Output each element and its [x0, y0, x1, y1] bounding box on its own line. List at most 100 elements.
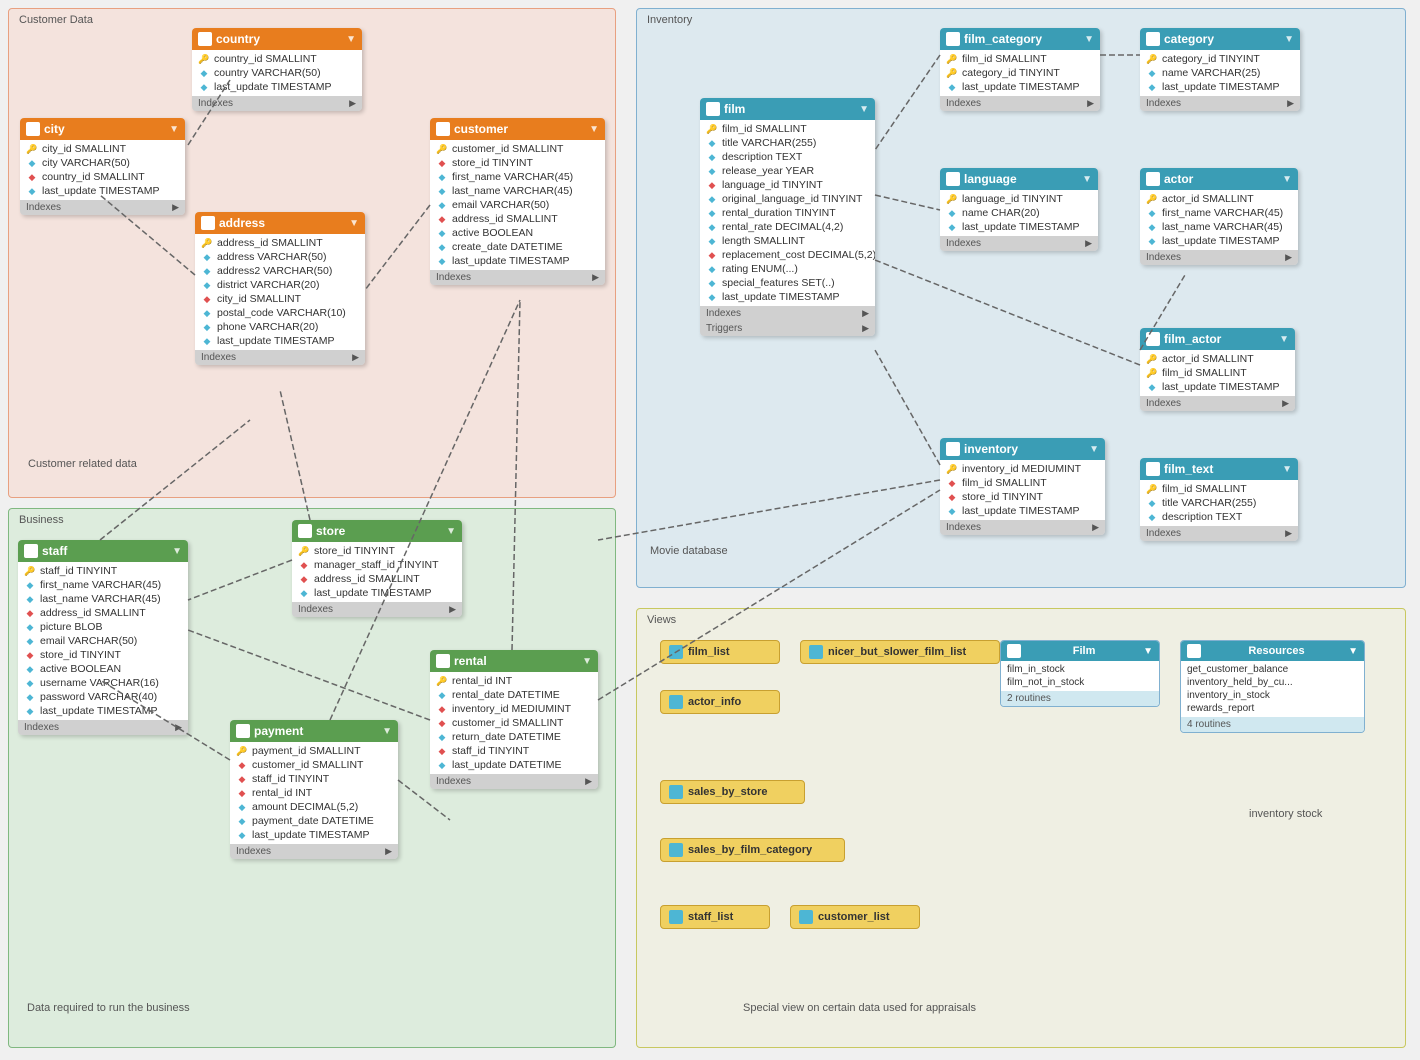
- entity-address[interactable]: address ▼ 🔑 address_id SMALLINT ◆ addres…: [195, 212, 365, 365]
- field-row: ◆ title VARCHAR(255): [700, 136, 875, 150]
- actor-body: 🔑 actor_id SMALLINT ◆ first_name VARCHAR…: [1140, 190, 1298, 250]
- entity-country[interactable]: country ▼ 🔑 country_id SMALLINT ◆ countr…: [192, 28, 362, 111]
- field-row: 🔑 actor_id SMALLINT: [1140, 352, 1295, 366]
- film-category-arrow[interactable]: ▼: [1084, 34, 1094, 45]
- entity-store[interactable]: store ▼ 🔑 store_id TINYINT ◆ manager_sta…: [292, 520, 462, 617]
- address-indexes[interactable]: Indexes ▶: [195, 350, 365, 365]
- view-sales-by-film-category[interactable]: sales_by_film_category: [660, 838, 845, 862]
- inventory-indexes[interactable]: Indexes ▶: [940, 520, 1105, 535]
- film-triggers[interactable]: Triggers ▶: [700, 321, 875, 336]
- language-body: 🔑 language_id TINYINT ◆ name CHAR(20) ◆ …: [940, 190, 1098, 236]
- entity-film-actor[interactable]: film_actor ▼ 🔑 actor_id SMALLINT 🔑 film_…: [1140, 328, 1295, 411]
- film-text-indexes[interactable]: Indexes ▶: [1140, 526, 1298, 541]
- routine-resources-arrow[interactable]: ▼: [1348, 646, 1358, 657]
- city-indexes[interactable]: Indexes ▶: [20, 200, 185, 215]
- field-row: ◆ last_update TIMESTAMP: [1140, 234, 1298, 248]
- red-diamond-icon: ◆: [298, 573, 310, 585]
- field-row: ◆ rental_rate DECIMAL(4,2): [700, 220, 875, 234]
- routine-resources-box[interactable]: Resources ▼ get_customer_balance invento…: [1180, 640, 1365, 733]
- field-row: ◆ release_year YEAR: [700, 164, 875, 178]
- entity-payment[interactable]: payment ▼ 🔑 payment_id SMALLINT ◆ custom…: [230, 720, 398, 859]
- field-row: 🔑 category_id TINYINT: [1140, 52, 1300, 66]
- film-actor-arrow[interactable]: ▼: [1279, 334, 1289, 345]
- customer-arrow[interactable]: ▼: [589, 124, 599, 135]
- diamond-icon: ◆: [26, 185, 38, 197]
- diamond-icon: ◆: [1146, 207, 1158, 219]
- city-arrow[interactable]: ▼: [169, 124, 179, 135]
- movie-database-label: Movie database: [650, 545, 728, 557]
- entity-film-text[interactable]: film_text ▼ 🔑 film_id SMALLINT ◆ title V…: [1140, 458, 1298, 541]
- store-arrow[interactable]: ▼: [446, 526, 456, 537]
- film-indexes[interactable]: Indexes ▶: [700, 306, 875, 321]
- routine-film-arrow[interactable]: ▼: [1143, 646, 1153, 657]
- field-row: ◆ store_id TINYINT: [940, 490, 1105, 504]
- language-arrow[interactable]: ▼: [1082, 174, 1092, 185]
- country-arrow[interactable]: ▼: [346, 34, 356, 45]
- category-indexes[interactable]: Indexes ▶: [1140, 96, 1300, 111]
- field-row: ◆ address_id SMALLINT: [430, 212, 605, 226]
- entity-category[interactable]: category ▼ 🔑 category_id TINYINT ◆ name …: [1140, 28, 1300, 111]
- entity-inventory[interactable]: inventory ▼ 🔑 inventory_id MEDIUMINT ◆ f…: [940, 438, 1105, 535]
- rental-indexes[interactable]: Indexes ▶: [430, 774, 598, 789]
- red-diamond-icon: ◆: [436, 717, 448, 729]
- film-arrow[interactable]: ▼: [859, 104, 869, 115]
- routine-resources-body: get_customer_balance inventory_held_by_c…: [1181, 661, 1364, 717]
- field-row: 🔑 inventory_id MEDIUMINT: [940, 462, 1105, 476]
- entity-film[interactable]: film ▼ 🔑 film_id SMALLINT ◆ title VARCHA…: [700, 98, 875, 336]
- view-actor-info[interactable]: actor_info: [660, 690, 780, 714]
- actor-title: actor: [1164, 172, 1282, 186]
- film-actor-title: film_actor: [1164, 332, 1279, 346]
- customer-section-label: Customer Data: [19, 14, 93, 26]
- payment-arrow[interactable]: ▼: [382, 726, 392, 737]
- routine-film-box[interactable]: Film ▼ film_in_stock film_not_in_stock 2…: [1000, 640, 1160, 707]
- diamond-icon: ◆: [436, 171, 448, 183]
- customer-title: customer: [454, 122, 589, 136]
- customer-indexes[interactable]: Indexes ▶: [430, 270, 605, 285]
- diamond-icon: ◆: [201, 307, 213, 319]
- field-row: ◆ last_update TIMESTAMP: [1140, 380, 1295, 394]
- film-actor-indexes[interactable]: Indexes ▶: [1140, 396, 1295, 411]
- diamond-icon: ◆: [946, 505, 958, 517]
- actor-arrow[interactable]: ▼: [1282, 174, 1292, 185]
- entity-customer[interactable]: customer ▼ 🔑 customer_id SMALLINT ◆ stor…: [430, 118, 605, 285]
- staff-indexes[interactable]: Indexes ▶: [18, 720, 188, 735]
- entity-language[interactable]: language ▼ 🔑 language_id TINYINT ◆ name …: [940, 168, 1098, 251]
- staff-arrow[interactable]: ▼: [172, 546, 182, 557]
- entity-film-category[interactable]: film_category ▼ 🔑 film_id SMALLINT 🔑 cat…: [940, 28, 1100, 111]
- entity-rental[interactable]: rental ▼ 🔑 rental_id INT ◆ rental_date D…: [430, 650, 598, 789]
- diamond-icon: ◆: [24, 635, 36, 647]
- routine-film-icon: [1007, 644, 1021, 658]
- field-row: ◆ last_update TIMESTAMP: [20, 184, 185, 198]
- view-customer-list[interactable]: customer_list: [790, 905, 920, 929]
- entity-store-header: store ▼: [292, 520, 462, 542]
- film-text-arrow[interactable]: ▼: [1282, 464, 1292, 475]
- inventory-arrow[interactable]: ▼: [1089, 444, 1099, 455]
- country-indexes[interactable]: Indexes ▶: [192, 96, 362, 111]
- sales-by-film-category-icon: [669, 843, 683, 857]
- field-row: ◆ email VARCHAR(50): [430, 198, 605, 212]
- red-diamond-icon: ◆: [706, 249, 718, 261]
- entity-actor[interactable]: actor ▼ 🔑 actor_id SMALLINT ◆ first_name…: [1140, 168, 1298, 265]
- address-arrow[interactable]: ▼: [349, 218, 359, 229]
- views-sublabel: Special view on certain data used for ap…: [743, 1002, 976, 1014]
- view-staff-list[interactable]: staff_list: [660, 905, 770, 929]
- store-indexes[interactable]: Indexes ▶: [292, 602, 462, 617]
- rental-arrow[interactable]: ▼: [582, 656, 592, 667]
- view-nicer-film-list[interactable]: nicer_but_slower_film_list: [800, 640, 1000, 664]
- language-indexes[interactable]: Indexes ▶: [940, 236, 1098, 251]
- payment-indexes[interactable]: Indexes ▶: [230, 844, 398, 859]
- routine-film-title: Film: [1073, 645, 1096, 657]
- entity-staff[interactable]: staff ▼ 🔑 staff_id TINYINT ◆ first_name …: [18, 540, 188, 735]
- field-row: 🔑 country_id SMALLINT: [192, 52, 362, 66]
- red-diamond-icon: ◆: [24, 607, 36, 619]
- routine-resources-title: Resources: [1248, 645, 1304, 657]
- actor-indexes[interactable]: Indexes ▶: [1140, 250, 1298, 265]
- film-title: film: [724, 102, 859, 116]
- film-category-indexes[interactable]: Indexes ▶: [940, 96, 1100, 111]
- view-film-list[interactable]: film_list: [660, 640, 780, 664]
- view-sales-by-store[interactable]: sales_by_store: [660, 780, 805, 804]
- entity-city[interactable]: city ▼ 🔑 city_id SMALLINT ◆ city VARCHAR…: [20, 118, 185, 215]
- entity-customer-header: customer ▼: [430, 118, 605, 140]
- category-arrow[interactable]: ▼: [1284, 34, 1294, 45]
- language-icon: [946, 172, 960, 186]
